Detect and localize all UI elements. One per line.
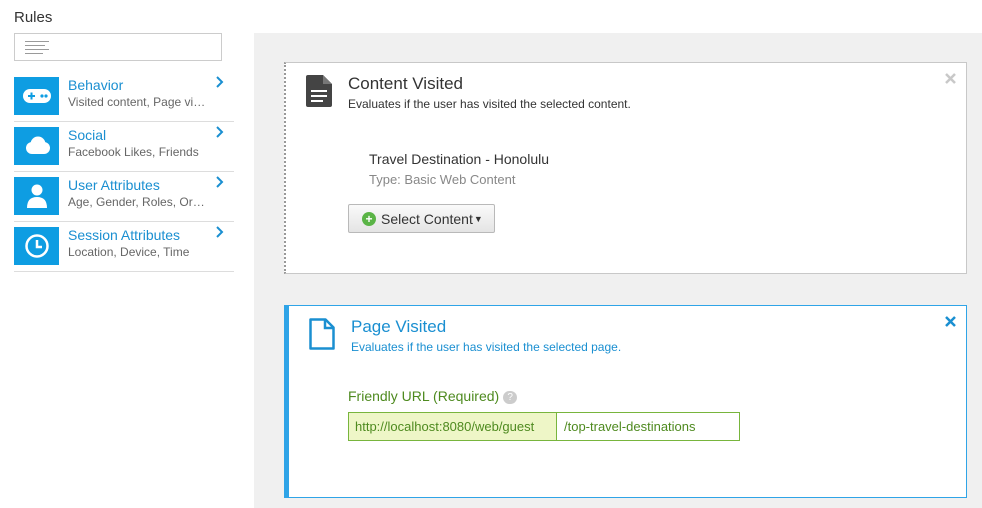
close-icon[interactable] <box>945 71 956 89</box>
url-prefix: http://localhost:8080/web/guest <box>348 412 557 441</box>
select-content-button[interactable]: + Select Content ▼ <box>348 204 495 233</box>
chevron-right-icon[interactable] <box>216 175 224 193</box>
search-input[interactable] <box>14 33 222 61</box>
chevron-right-icon[interactable] <box>216 225 224 243</box>
chevron-right-icon[interactable] <box>216 75 224 93</box>
category-label: User Attributes <box>68 177 160 193</box>
category-label: Session Attributes <box>68 227 181 243</box>
select-content-label: Select Content <box>381 210 473 227</box>
page-icon <box>309 318 335 355</box>
chevron-right-icon[interactable] <box>216 125 224 143</box>
rule-categories-list: Behavior Visited content, Page visited S… <box>14 73 234 272</box>
rules-title: Rules <box>14 9 53 26</box>
category-subtitle: Visited content, Page visited <box>68 95 208 109</box>
friendly-url-input[interactable] <box>556 412 740 441</box>
help-icon[interactable]: ? <box>503 391 518 404</box>
category-label: Social <box>68 127 107 143</box>
category-behavior[interactable]: Behavior Visited content, Page visited <box>14 73 234 122</box>
selected-content-type: Type: Basic Web Content <box>369 172 516 187</box>
category-user-attributes[interactable]: User Attributes Age, Gender, Roles, Orga… <box>14 173 234 222</box>
rule-card-content-visited: Content Visited Evaluates if the user ha… <box>284 62 967 274</box>
add-icon: + <box>362 211 376 226</box>
rule-title: Content Visited <box>348 74 463 93</box>
user-icon <box>14 177 59 215</box>
caret-down-icon: ▼ <box>473 213 483 224</box>
friendly-url-label-text: Friendly URL (Required) <box>348 388 500 404</box>
clock-icon <box>14 227 59 265</box>
document-icon <box>306 75 332 112</box>
rule-description: Evaluates if the user has visited the se… <box>351 340 622 354</box>
friendly-url-label: Friendly URL (Required)? <box>348 388 518 404</box>
text-lines-icon <box>25 41 49 57</box>
category-subtitle: Facebook Likes, Friends <box>68 145 199 159</box>
category-label: Behavior <box>68 77 124 93</box>
selected-content-name: Travel Destination - Honolulu <box>369 151 550 167</box>
rule-description: Evaluates if the user has visited the se… <box>348 97 631 111</box>
category-subtitle: Location, Device, Time <box>68 245 190 259</box>
cloud-icon <box>14 127 59 165</box>
rule-card-page-visited: Page Visited Evaluates if the user has v… <box>284 305 967 498</box>
category-session-attributes[interactable]: Session Attributes Location, Device, Tim… <box>14 223 234 272</box>
rules-canvas: Content Visited Evaluates if the user ha… <box>254 33 982 508</box>
category-social[interactable]: Social Facebook Likes, Friends <box>14 123 234 172</box>
rule-title: Page Visited <box>351 317 447 336</box>
close-icon[interactable] <box>945 314 956 332</box>
category-subtitle: Age, Gender, Roles, Organizations <box>68 195 208 209</box>
gamepad-icon <box>14 77 59 115</box>
